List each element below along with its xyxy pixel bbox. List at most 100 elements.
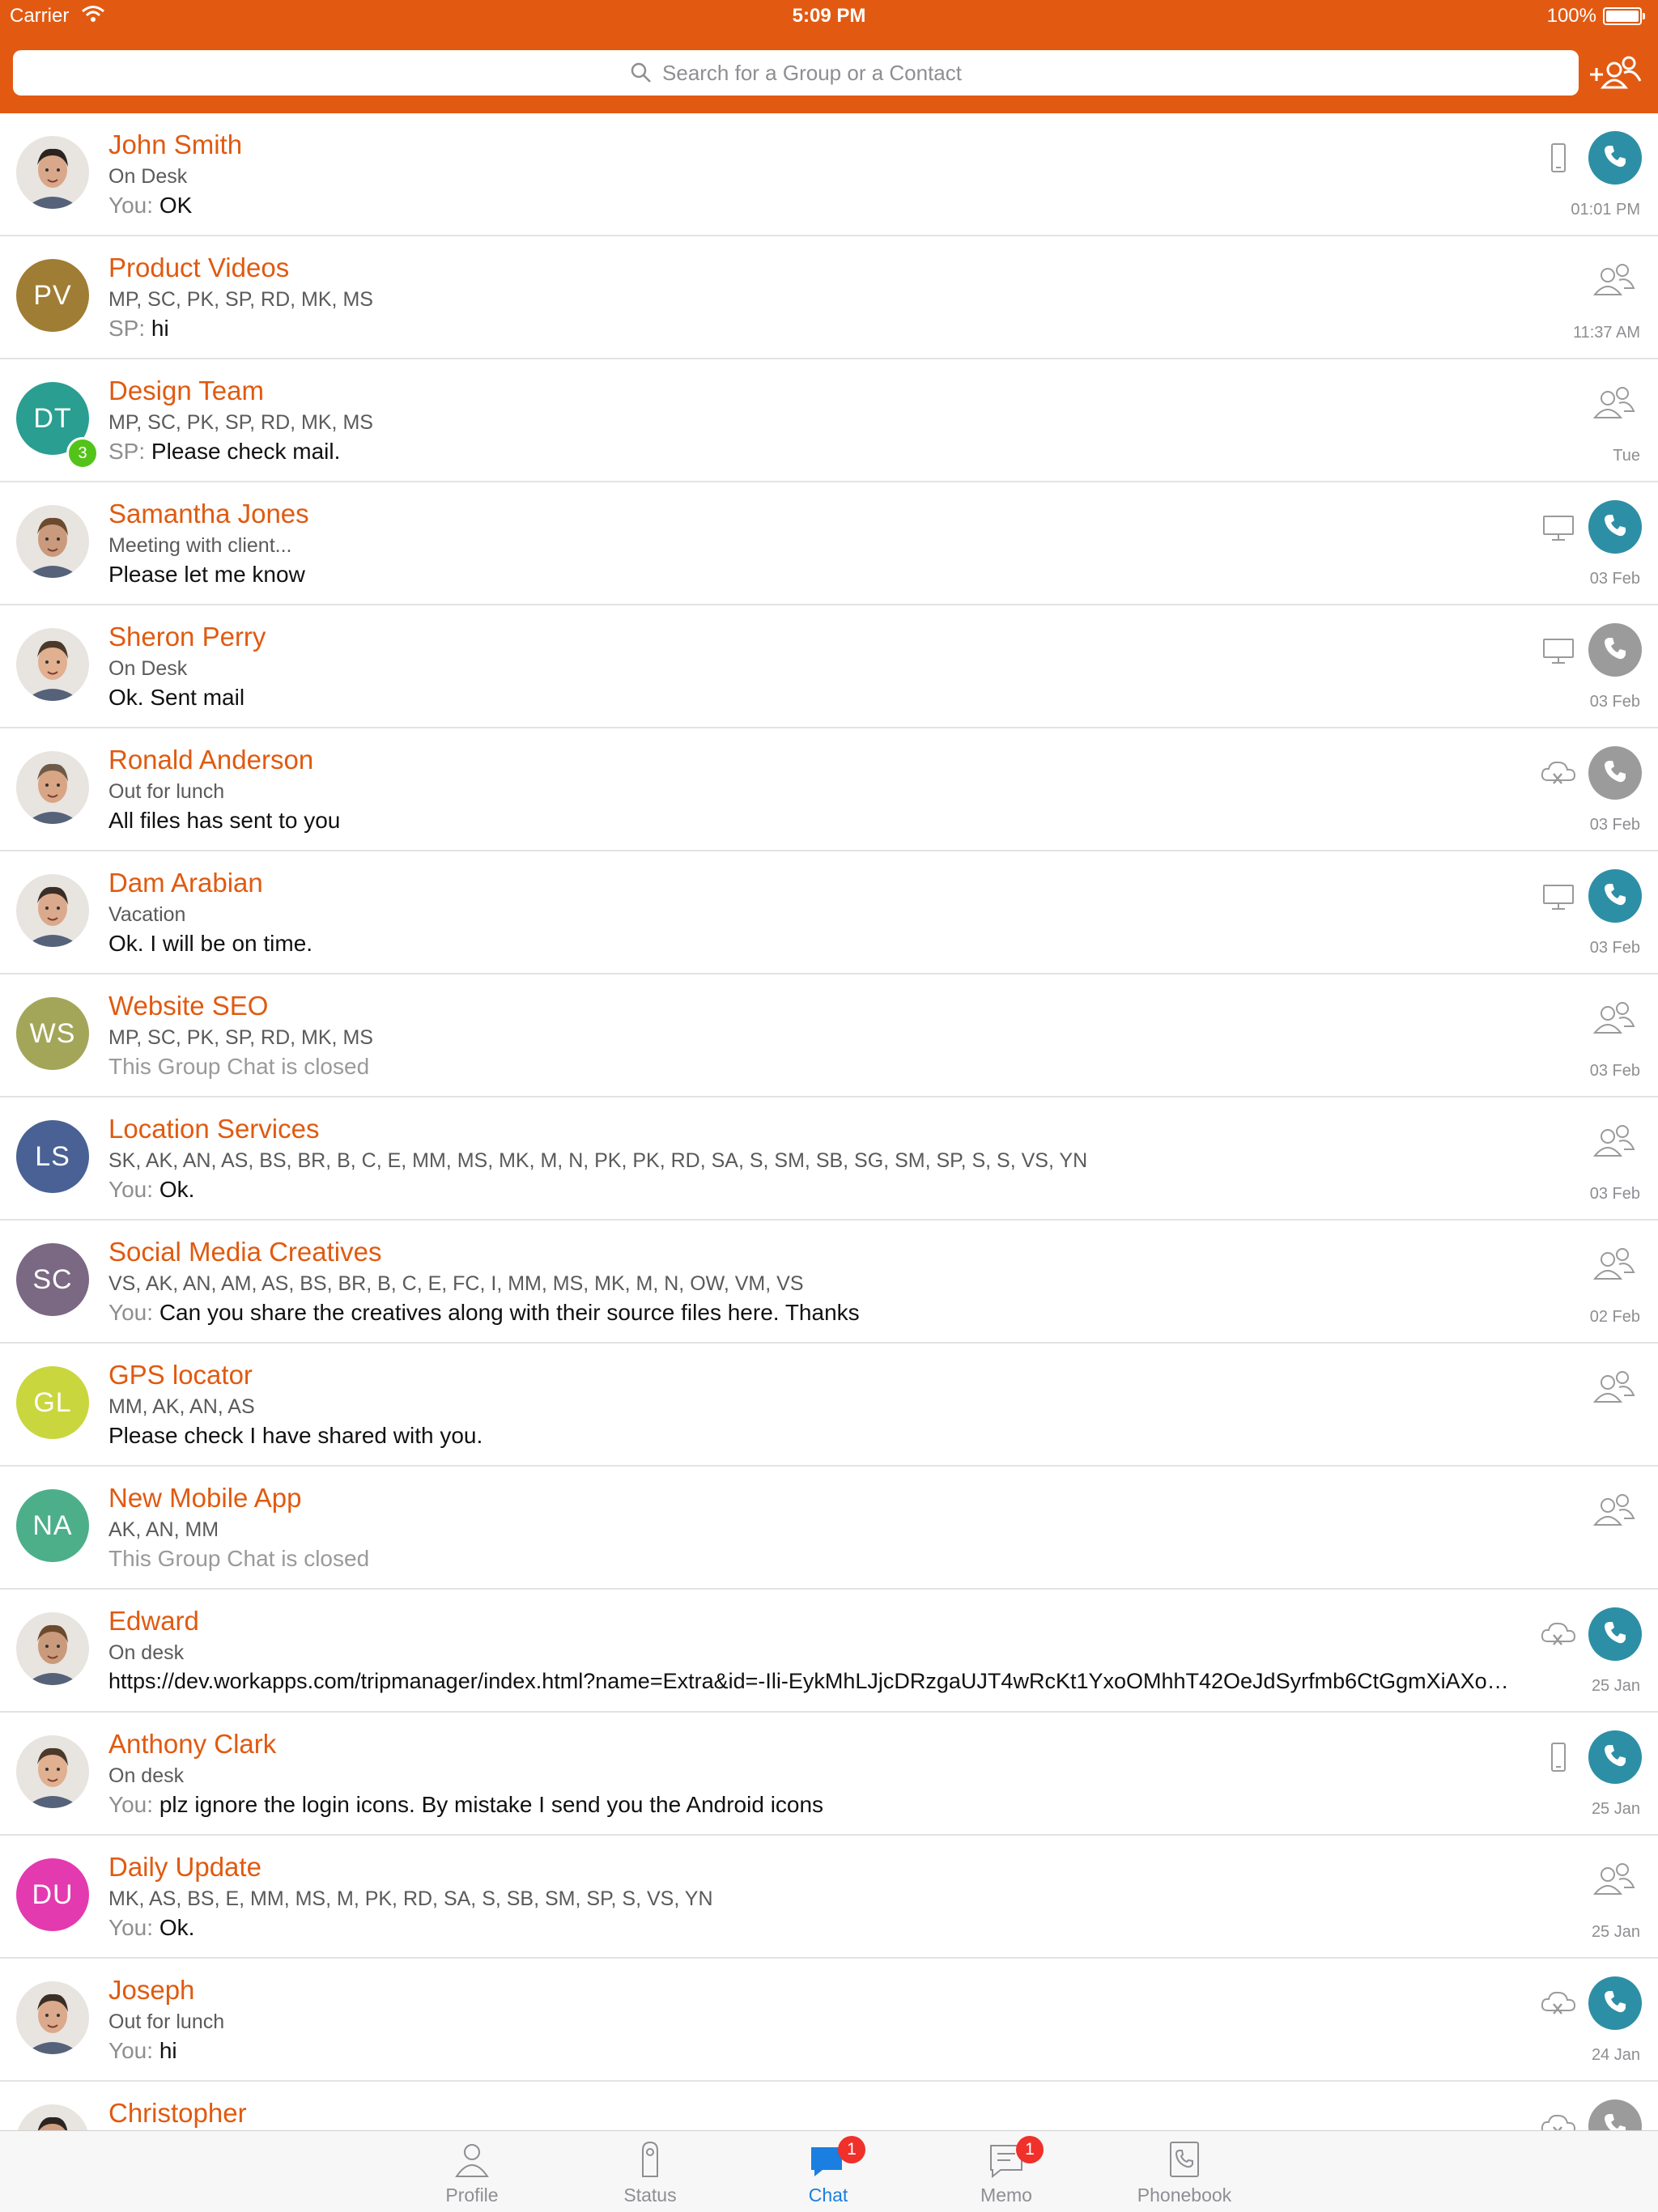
chat-name: Website SEO — [108, 991, 269, 1021]
tab-label: Phonebook — [1137, 2184, 1232, 2206]
chat-timestamp: 25 Jan — [1591, 1800, 1640, 1818]
message-text: https://dev.workapps.com/tripmanager/ind… — [108, 1669, 1509, 1693]
chat-row[interactable]: Anthony Clark On desk You: plz ignore the … — [0, 1713, 1658, 1836]
contact-status-text: Out for lunch — [108, 780, 225, 803]
chat-name: Dam Arabian — [108, 868, 263, 898]
call-button[interactable] — [1588, 623, 1642, 677]
search-placeholder: Search for a Group or a Contact — [662, 60, 962, 85]
last-message: SP: hi — [108, 316, 1582, 342]
search-input[interactable]: Search for a Group or a Contact — [13, 50, 1579, 96]
tab-phonebook[interactable]: Phonebook — [1112, 2131, 1257, 2212]
call-button[interactable] — [1588, 1976, 1642, 2030]
message-text: Please check I have shared with you. — [108, 1423, 483, 1448]
message-sender: SP: — [108, 316, 151, 341]
chat-row[interactable]: SC Social Media Creatives VS, AK, AN, AM, … — [0, 1221, 1658, 1344]
chat-row[interactable]: Joseph Out for lunch You: hi 24 Jan — [0, 1959, 1658, 2082]
message-sender: You: — [108, 1177, 159, 1202]
last-message: You: OK — [108, 193, 1582, 219]
group-avatar: DU — [16, 1858, 89, 1931]
last-message: SP: Please check mail. — [108, 439, 1582, 465]
message-sender: You: — [108, 1300, 159, 1325]
add-group-button[interactable] — [1587, 49, 1643, 97]
tab-memo[interactable]: Memo 1 — [933, 2131, 1079, 2212]
chat-members: VS, AK, AN, AM, AS, BS, BR, B, C, E, FC,… — [108, 1272, 804, 1295]
offline-cloud-icon — [1538, 756, 1579, 792]
chat-name: Anthony Clark — [108, 1729, 277, 1759]
chat-row[interactable]: PV Product Videos MP, SC, PK, SP, RD, MK, … — [0, 236, 1658, 359]
chat-row[interactable]: Ronald Anderson Out for lunch All files ha… — [0, 728, 1658, 851]
search-icon — [631, 62, 651, 83]
last-message: Please check I have shared with you. — [108, 1423, 1582, 1449]
chat-timestamp: 03 Feb — [1589, 693, 1640, 711]
chat-row[interactable]: GL GPS locator MM, AK, AN, AS Please check … — [0, 1344, 1658, 1467]
chat-members: MP, SC, PK, SP, RD, MK, MS — [108, 411, 373, 434]
chat-row[interactable]: NA New Mobile App AK, AN, MM This Group Cha… — [0, 1467, 1658, 1590]
call-button[interactable] — [1588, 2099, 1642, 2130]
chat-row[interactable]: Christopher — [0, 2082, 1658, 2130]
mobile-icon — [1538, 1740, 1579, 1776]
last-message: You: Ok. — [108, 1915, 1582, 1941]
mobile-icon — [1538, 141, 1579, 176]
last-message: You: plz ignore the login icons. By mist… — [108, 1792, 1582, 1818]
message-text: Ok. I will be on time. — [108, 931, 313, 956]
call-button[interactable] — [1588, 500, 1642, 554]
chat-row[interactable]: Edward On desk https://dev.workapps.com/tr… — [0, 1590, 1658, 1713]
chat-name: Design Team — [108, 376, 264, 405]
battery-icon — [1603, 7, 1645, 25]
message-text: This Group Chat is closed — [108, 1546, 370, 1571]
contact-avatar — [16, 751, 89, 824]
last-message: Please let me know — [108, 562, 1582, 588]
clock: 5:09 PM — [792, 5, 866, 27]
contact-avatar — [16, 1612, 89, 1685]
message-text: hi — [151, 316, 169, 341]
chat-row[interactable]: DT 3 Design Team MP, SC, PK, SP, RD, MK, MS… — [0, 359, 1658, 482]
call-button[interactable] — [1588, 869, 1642, 923]
call-button[interactable] — [1588, 1607, 1642, 1661]
chat-row[interactable]: Samantha Jones Meeting with client... Plea… — [0, 482, 1658, 605]
call-button[interactable] — [1588, 131, 1642, 185]
last-message: https://dev.workapps.com/tripmanager/ind… — [108, 1669, 1575, 1694]
tab-profile[interactable]: Profile — [399, 2131, 545, 2212]
group-avatar: GL — [16, 1366, 89, 1439]
group-icon — [1588, 1122, 1637, 1164]
desktop-icon — [1538, 879, 1579, 915]
chat-list[interactable]: John Smith On Desk You: OK 01:01 PM PV Produc… — [0, 113, 1658, 2130]
message-sender: You: — [108, 1792, 159, 1817]
chat-row[interactable]: John Smith On Desk You: OK 01:01 PM — [0, 113, 1658, 236]
chat-timestamp: 03 Feb — [1589, 1185, 1640, 1203]
contact-avatar — [16, 2104, 89, 2130]
tab-status[interactable]: Status — [577, 2131, 723, 2212]
last-message: You: Can you share the creatives along w… — [108, 1300, 1582, 1326]
message-text: Ok. — [159, 1177, 195, 1202]
chat-row[interactable]: WS Website SEO MP, SC, PK, SP, RD, MK, MS T… — [0, 974, 1658, 1098]
message-text: plz ignore the login icons. By mistake I… — [159, 1792, 824, 1817]
chat-name: Sheron Perry — [108, 622, 266, 652]
tab-badge: 1 — [838, 2136, 865, 2163]
chat-row[interactable]: LS Location Services SK, AK, AN, AS, BS, B… — [0, 1098, 1658, 1221]
message-text: This Group Chat is closed — [108, 1054, 370, 1079]
tab-chat[interactable]: Chat 1 — [755, 2131, 901, 2212]
offline-cloud-icon — [1538, 1617, 1579, 1653]
chat-name: Social Media Creatives — [108, 1237, 382, 1267]
chat-name: Ronald Anderson — [108, 745, 314, 775]
chat-timestamp: 25 Jan — [1591, 1677, 1640, 1695]
message-text: Can you share the creatives along with t… — [159, 1300, 860, 1325]
chat-row[interactable]: Sheron Perry On Desk Ok. Sent mail 03 Feb — [0, 605, 1658, 728]
contact-avatar — [16, 628, 89, 701]
chat-row[interactable]: Dam Arabian Vacation Ok. I will be on time… — [0, 851, 1658, 974]
battery-percent: 100% — [1546, 5, 1596, 27]
message-text: hi — [159, 2038, 177, 2063]
chat-members: SK, AK, AN, AS, BS, BR, B, C, E, MM, MS,… — [108, 1149, 1088, 1172]
call-button[interactable] — [1588, 1730, 1642, 1784]
call-button[interactable] — [1588, 746, 1642, 800]
message-sender: You: — [108, 1915, 159, 1940]
top-bar: Carrier 5:09 PM 100% Search for a Group … — [0, 0, 1658, 113]
chat-row[interactable]: DU Daily Update MK, AS, BS, E, MM, MS, M, … — [0, 1836, 1658, 1959]
chat-timestamp: 11:37 AM — [1572, 324, 1640, 342]
group-icon — [1588, 1245, 1637, 1287]
group-avatar: WS — [16, 997, 89, 1070]
phone-icon — [1601, 1742, 1629, 1773]
chat-timestamp: 25 Jan — [1591, 1923, 1640, 1941]
tab-badge: 1 — [1016, 2136, 1044, 2163]
contact-avatar — [16, 1981, 89, 2054]
